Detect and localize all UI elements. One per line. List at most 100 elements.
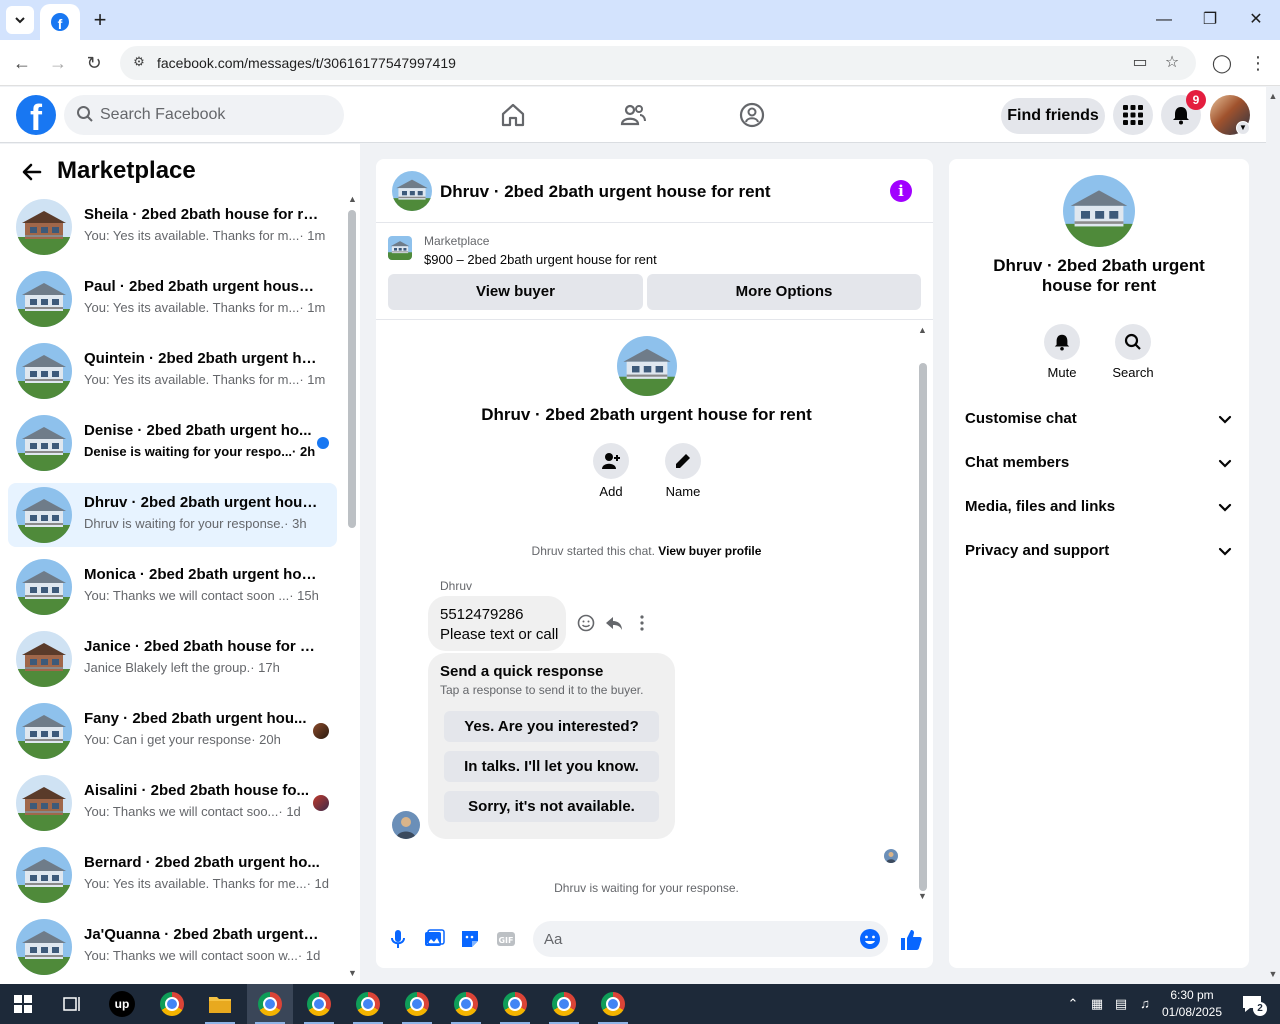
show-hidden-icons-icon[interactable]: ⌃ <box>1065 996 1081 1012</box>
home-icon[interactable] <box>499 101 527 129</box>
url-text[interactable]: facebook.com/messages/t/3061617754799741… <box>157 55 456 71</box>
conversation-item[interactable]: Janice · 2bed 2bath house for rent Janice… <box>8 627 337 691</box>
reply-icon[interactable] <box>604 613 624 633</box>
conversation-item[interactable]: Aisalini · 2bed 2bath house fo... You: Th… <box>8 771 337 835</box>
scroll-down-arrow-icon[interactable]: ▼ <box>1268 969 1278 979</box>
groups-icon[interactable] <box>738 101 766 129</box>
sidebar-scrollbar[interactable]: ▲ ▼ <box>347 194 357 980</box>
quick-reply-button[interactable]: In talks. I'll let you know. <box>444 751 659 782</box>
microphone-icon[interactable] <box>387 928 409 950</box>
volume-icon[interactable]: ♫ <box>1137 996 1153 1012</box>
taskbar-chrome-window[interactable] <box>443 984 489 1024</box>
sidebar-scroll-up-icon[interactable]: ▲ <box>348 194 357 204</box>
conversation-name: Denise · 2bed 2bath urgent ho... <box>84 422 312 439</box>
conversation-item[interactable]: Fany · 2bed 2bath urgent hou... You: Can … <box>8 699 337 763</box>
name-chat-button[interactable] <box>665 443 701 479</box>
conversation-item[interactable]: Bernard · 2bed 2bath urgent ho... You: Ye… <box>8 843 337 907</box>
site-settings-icon[interactable]: ⚙ <box>130 54 148 72</box>
taskbar-chrome-window[interactable] <box>394 984 440 1024</box>
restore-button[interactable]: ❐ <box>1196 8 1224 32</box>
menu-button[interactable] <box>1113 95 1153 135</box>
listing-thumbnail[interactable] <box>388 236 412 260</box>
search-in-chat-button[interactable] <box>1115 324 1151 360</box>
view-buyer-button[interactable]: View buyer <box>388 274 643 310</box>
browser-tab-facebook[interactable]: f <box>40 4 80 40</box>
chat-scroll-up-icon[interactable]: ▲ <box>918 325 927 335</box>
conversation-item[interactable]: Quintein · 2bed 2bath urgent ho... You: Y… <box>8 339 337 403</box>
quick-reply-button[interactable]: Yes. Are you interested? <box>444 711 659 742</box>
mute-button[interactable] <box>1044 324 1080 360</box>
clock-time[interactable]: 6:30 pm <box>1160 988 1224 1002</box>
taskbar-chrome-window[interactable] <box>590 984 636 1024</box>
sender-avatar[interactable] <box>392 811 420 839</box>
view-buyer-profile-link[interactable]: View buyer profile <box>658 544 761 558</box>
profile-icon[interactable]: ◯ <box>1209 50 1235 76</box>
chat-scrollbar[interactable]: ▲ ▼ <box>917 325 929 901</box>
search-facebook-field[interactable]: Search Facebook <box>64 95 344 135</box>
message-bubble[interactable]: 5512479286 Please text or call <box>428 596 566 651</box>
clock-date[interactable]: 01/08/2025 <box>1158 1005 1226 1019</box>
add-people-button[interactable] <box>593 443 629 479</box>
info-avatar[interactable] <box>1063 175 1135 247</box>
conversation-item[interactable]: Paul · 2bed 2bath urgent house ... You: Y… <box>8 267 337 331</box>
chat-title[interactable]: Dhruv · 2bed 2bath urgent house for rent <box>440 182 771 202</box>
info-section-toggle[interactable]: Customise chat <box>965 402 1233 438</box>
bookmark-star-icon[interactable]: ☆ <box>1161 52 1183 74</box>
back-button[interactable]: ← <box>9 50 35 76</box>
start-button[interactable] <box>0 984 46 1024</box>
sidebar-scroll-thumb[interactable] <box>348 210 356 528</box>
meet-now-icon[interactable]: ▦ <box>1089 996 1105 1012</box>
taskbar-chrome-window[interactable] <box>492 984 538 1024</box>
facebook-logo[interactable]: f <box>16 95 56 135</box>
taskbar-chrome-window[interactable] <box>345 984 391 1024</box>
scroll-up-arrow-icon[interactable]: ▲ <box>1268 91 1278 101</box>
message-input[interactable]: Aa <box>533 921 888 957</box>
info-section-toggle[interactable]: Chat members <box>965 446 1233 482</box>
chat-scroll-thumb[interactable] <box>919 363 927 891</box>
network-icon[interactable]: ▤ <box>1113 996 1129 1012</box>
thumbs-up-icon[interactable] <box>899 928 923 952</box>
conversation-item[interactable]: Ja'Quanna · 2bed 2bath urgent ... You: Th… <box>8 915 337 979</box>
minimize-button[interactable]: — <box>1150 8 1178 32</box>
reload-button[interactable]: ↻ <box>81 50 107 76</box>
forward-button[interactable]: → <box>45 50 71 76</box>
emoji-icon[interactable] <box>859 928 881 950</box>
info-section-toggle[interactable]: Privacy and support <box>965 534 1233 570</box>
back-arrow-icon[interactable] <box>20 160 44 184</box>
tab-search-button[interactable] <box>6 6 34 34</box>
chat-scroll-down-icon[interactable]: ▼ <box>918 891 927 901</box>
install-app-icon[interactable]: ▭ <box>1129 52 1151 74</box>
page-scrollbar[interactable]: ▲ ▼ <box>1266 87 1280 984</box>
more-options-button[interactable]: More Options <box>647 274 921 310</box>
find-friends-button[interactable]: Find friends <box>1001 98 1105 134</box>
address-bar[interactable]: ⚙ facebook.com/messages/t/30616177547997… <box>120 46 1196 80</box>
taskbar-upwork[interactable]: up <box>99 984 145 1024</box>
more-vertical-icon[interactable] <box>632 613 652 633</box>
taskbar-chrome-window[interactable] <box>247 984 293 1024</box>
listing-price[interactable]: $900 – 2bed 2bath urgent house for rent <box>424 252 657 267</box>
new-tab-button[interactable]: + <box>88 8 112 32</box>
taskbar-chrome[interactable] <box>149 984 195 1024</box>
conversation-info-icon[interactable]: i <box>890 180 912 202</box>
conversation-item[interactable]: Dhruv · 2bed 2bath urgent hous... Dhruv i… <box>8 483 337 547</box>
action-center-button[interactable]: 2 <box>1232 984 1272 1024</box>
sticker-icon[interactable] <box>459 928 481 950</box>
friends-icon[interactable] <box>619 101 647 129</box>
task-view-button[interactable] <box>48 984 94 1024</box>
gif-icon[interactable]: GIF <box>495 928 517 950</box>
conversation-item[interactable]: Monica · 2bed 2bath urgent hou... You: Th… <box>8 555 337 619</box>
browser-menu-icon[interactable]: ⋮ <box>1245 50 1271 76</box>
account-caret-icon[interactable]: ▼ <box>1236 121 1250 135</box>
conversation-item[interactable]: Denise · 2bed 2bath urgent ho... Denise i… <box>8 411 337 475</box>
info-section-toggle[interactable]: Media, files and links <box>965 490 1233 526</box>
react-emoji-icon[interactable] <box>576 613 596 633</box>
quick-reply-button[interactable]: Sorry, it's not available. <box>444 791 659 822</box>
taskbar-chrome-window[interactable] <box>296 984 342 1024</box>
sidebar-scroll-down-icon[interactable]: ▼ <box>348 968 357 978</box>
close-window-button[interactable]: ✕ <box>1242 8 1270 32</box>
conversation-item[interactable]: Sheila · 2bed 2bath house for rent You: Y… <box>8 195 337 259</box>
taskbar-file-explorer[interactable] <box>197 984 243 1024</box>
attach-photo-icon[interactable] <box>423 928 445 950</box>
chat-avatar[interactable] <box>392 171 432 211</box>
taskbar-chrome-window[interactable] <box>541 984 587 1024</box>
